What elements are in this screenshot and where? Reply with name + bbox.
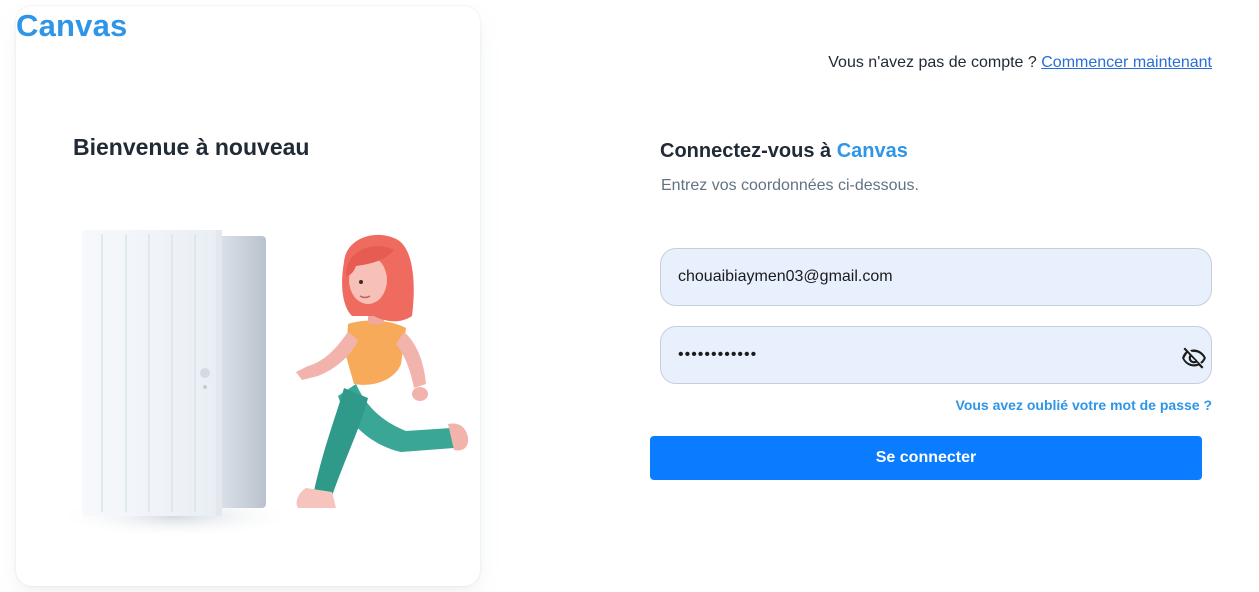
- eye-off-icon[interactable]: [1181, 345, 1207, 371]
- form-subtitle: Entrez vos coordonnées ci-dessous.: [661, 177, 919, 194]
- login-button[interactable]: Se connecter: [650, 436, 1202, 480]
- form-title-accent: Canvas: [836, 140, 908, 162]
- password-field[interactable]: [661, 327, 1211, 383]
- forgot-password-link[interactable]: Vous avez oublié votre mot de passe ?: [956, 397, 1212, 413]
- form-title: Connectez-vous à Canvas: [660, 140, 908, 163]
- person-running-through-door-illustration: [56, 230, 469, 538]
- signup-prompt-text: Vous n'avez pas de compte ?: [828, 54, 1037, 71]
- signup-link[interactable]: Commencer maintenant: [1041, 54, 1212, 71]
- welcome-card: Bienvenue à nouveau: [16, 6, 480, 586]
- email-field[interactable]: [661, 249, 1211, 305]
- password-field-container: [660, 326, 1212, 384]
- form-title-prefix: Connectez-vous à: [660, 140, 832, 162]
- login-page: Bienvenue à nouveau Canvas Vous n'avez p…: [0, 0, 1259, 592]
- brand-logo[interactable]: Canvas: [16, 8, 128, 44]
- signup-prompt: Vous n'avez pas de compte ? Commencer ma…: [828, 54, 1212, 72]
- welcome-heading: Bienvenue à nouveau: [73, 134, 310, 160]
- email-field-container: [660, 248, 1212, 306]
